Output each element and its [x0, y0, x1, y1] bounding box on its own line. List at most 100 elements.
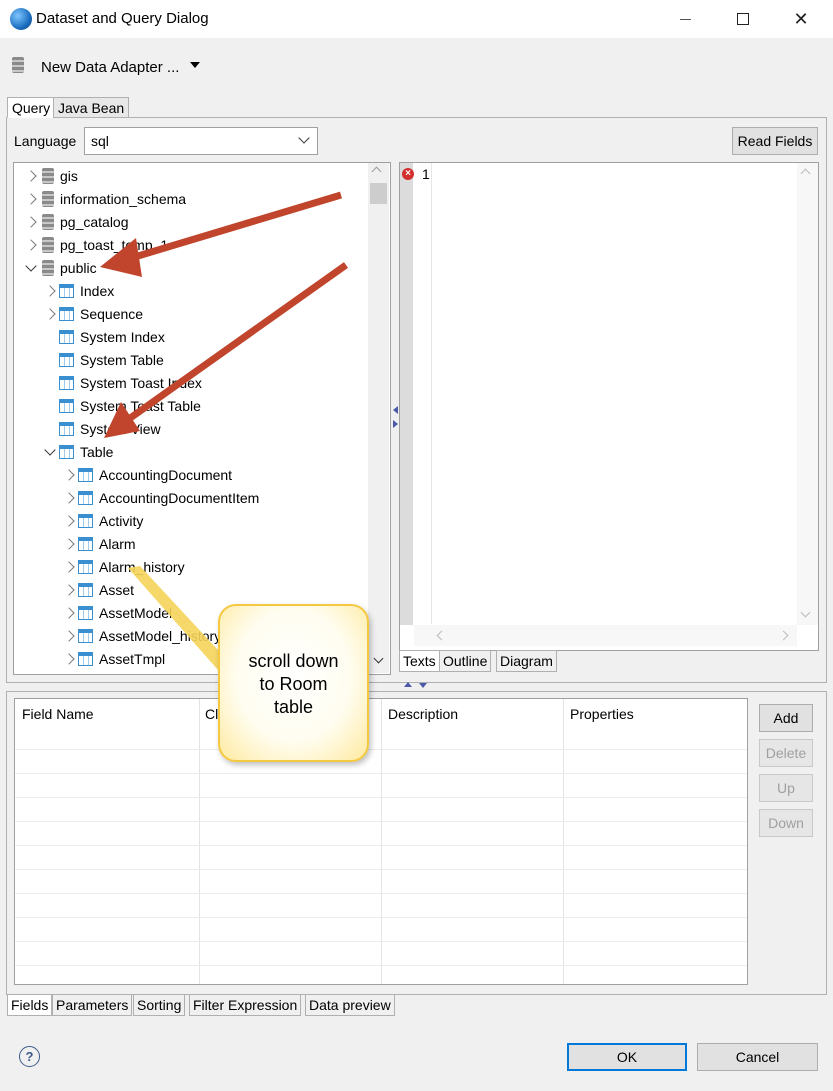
chevron-right-icon[interactable] — [63, 491, 75, 504]
tree-item[interactable]: System Toast Index — [41, 371, 202, 394]
tree-item[interactable]: gis — [22, 164, 78, 187]
tree-item[interactable]: pg_toast_temp_1 — [22, 233, 168, 256]
tab-outline[interactable]: Outline — [439, 650, 492, 672]
minimize-button[interactable] — [663, 0, 707, 38]
table-icon — [78, 513, 93, 528]
table-row[interactable] — [15, 965, 747, 966]
editor-vertical-scrollbar[interactable] — [797, 163, 818, 625]
table-icon — [78, 605, 93, 620]
table-row[interactable] — [15, 749, 747, 750]
tree-scrollbar[interactable] — [368, 163, 389, 673]
column-header-properties[interactable]: Properties — [570, 706, 634, 722]
ok-button[interactable]: OK — [567, 1043, 687, 1071]
chevron-right-icon[interactable] — [63, 560, 75, 573]
tree-item[interactable]: Index — [41, 279, 114, 302]
tree-item[interactable]: public — [22, 256, 97, 279]
tree-item[interactable]: Table — [41, 440, 113, 463]
tab-parameters[interactable]: Parameters — [52, 994, 133, 1016]
maximize-button[interactable] — [721, 0, 765, 38]
table-row[interactable] — [15, 773, 747, 774]
tree-item[interactable]: Alarm — [60, 532, 136, 555]
chevron-right-icon[interactable] — [63, 652, 75, 665]
read-fields-button[interactable]: Read Fields — [732, 127, 818, 155]
tab-data-preview[interactable]: Data preview — [305, 994, 395, 1016]
tab-sorting[interactable]: Sorting — [133, 994, 186, 1016]
tab-diagram[interactable]: Diagram — [496, 650, 557, 672]
tab-filter-expression[interactable]: Filter Expression — [189, 994, 302, 1016]
tree-item[interactable]: AssetTmpl — [60, 647, 165, 670]
delete-field-button[interactable]: Delete — [759, 739, 813, 767]
chevron-right-icon[interactable] — [63, 514, 75, 527]
tree-item[interactable]: Sequence — [41, 302, 143, 325]
tree-item[interactable]: System Toast Table — [41, 394, 201, 417]
chevron-right-icon[interactable] — [25, 238, 37, 251]
language-select[interactable]: sql — [84, 127, 318, 155]
chevron-right-icon[interactable] — [63, 583, 75, 596]
tree-item-label: gis — [60, 167, 78, 184]
collapse-right-icon[interactable] — [393, 420, 398, 428]
chevron-right-icon[interactable] — [63, 468, 75, 481]
column-header-class[interactable]: Cl — [205, 706, 218, 722]
chevron-down-icon[interactable] — [44, 443, 56, 456]
tree-item[interactable]: information_schema — [22, 187, 186, 210]
data-adapter-icon — [12, 57, 24, 73]
chevron-right-icon[interactable] — [63, 606, 75, 619]
editor-horizontal-scrollbar[interactable] — [414, 625, 797, 646]
table-row[interactable] — [15, 797, 747, 798]
tree-item[interactable]: Asset — [60, 578, 134, 601]
chevron-right-icon[interactable] — [63, 629, 75, 642]
tree-item-label: pg_catalog — [60, 213, 129, 230]
table-row[interactable] — [15, 869, 747, 870]
table-row[interactable] — [15, 821, 747, 822]
chevron-down-icon[interactable] — [25, 259, 37, 272]
table-icon — [78, 651, 93, 666]
tree-item[interactable]: AssetModel — [60, 601, 172, 624]
chevron-right-icon[interactable] — [63, 537, 75, 550]
tree-scroll-thumb[interactable] — [370, 183, 387, 204]
chevron-right-icon[interactable] — [25, 215, 37, 228]
table-row[interactable] — [15, 941, 747, 942]
tree-item-label: AssetModel_history — [99, 627, 222, 644]
cancel-button[interactable]: Cancel — [697, 1043, 818, 1071]
tree-item[interactable]: Activity — [60, 509, 143, 532]
tree-item[interactable]: AccountingDocumentItem — [60, 486, 259, 509]
help-icon[interactable]: ? — [19, 1046, 40, 1067]
tab-fields[interactable]: Fields — [7, 994, 53, 1016]
tree-item-label: AssetTmpl — [99, 650, 166, 667]
close-button[interactable]: ✕ — [779, 0, 823, 38]
column-header-field-name[interactable]: Field Name — [22, 706, 94, 722]
tab-query[interactable]: Query — [7, 97, 56, 118]
expand-down-icon[interactable] — [419, 683, 427, 688]
caret-down-icon[interactable] — [190, 62, 200, 68]
collapse-left-icon[interactable] — [393, 406, 398, 414]
table-icon — [59, 283, 74, 298]
column-header-description[interactable]: Description — [388, 706, 458, 722]
tree-item[interactable]: System Table — [41, 348, 164, 371]
callout-line: to Room — [259, 674, 328, 694]
query-editor[interactable] — [399, 162, 819, 651]
tab-java-bean[interactable]: Java Bean — [53, 97, 130, 118]
chevron-right-icon[interactable] — [25, 169, 37, 182]
tree-item[interactable]: AccountingDocument — [60, 463, 232, 486]
move-up-button[interactable]: Up — [759, 774, 813, 802]
database-icon — [42, 190, 54, 207]
tree-item[interactable]: pg_catalog — [22, 210, 129, 233]
tree-item-label: System Toast Table — [80, 397, 201, 414]
tree-item-label: System Index — [80, 328, 165, 345]
data-adapter-selector[interactable]: New Data Adapter ... — [41, 59, 179, 76]
chevron-right-icon[interactable] — [44, 307, 56, 320]
expand-up-icon[interactable] — [404, 682, 412, 687]
move-down-button[interactable]: Down — [759, 809, 813, 837]
tree-item[interactable]: AssetModel_history — [60, 624, 221, 647]
tree-item[interactable]: System Index — [41, 325, 165, 348]
chevron-right-icon[interactable] — [44, 284, 56, 297]
tab-texts[interactable]: Texts — [399, 650, 440, 672]
tree-item[interactable]: System View — [41, 417, 161, 440]
schema-tree: gis information_schema pg_catalog pg_toast_… — [13, 162, 391, 675]
table-row[interactable] — [15, 893, 747, 894]
tree-item[interactable]: Alarm_history — [60, 555, 185, 578]
add-field-button[interactable]: Add — [759, 704, 813, 732]
table-row[interactable] — [15, 845, 747, 846]
chevron-right-icon[interactable] — [25, 192, 37, 205]
table-row[interactable] — [15, 917, 747, 918]
